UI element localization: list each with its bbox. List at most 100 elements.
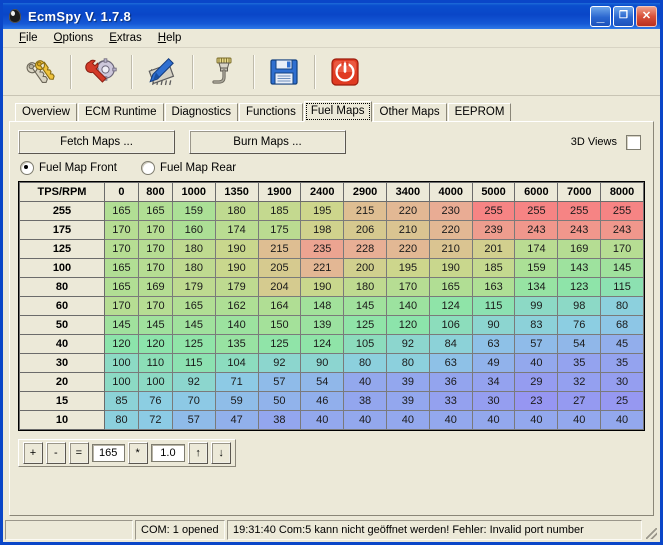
grid-cell-125-1000[interactable]: 180 (171, 239, 216, 259)
lambda-sensor-icon[interactable] (198, 50, 247, 94)
grid-cell-125-7000[interactable]: 169 (557, 239, 602, 259)
grid-cell-100-4000[interactable]: 190 (428, 258, 473, 278)
grid-cell-15-2900[interactable]: 38 (343, 391, 387, 411)
grid-cell-15-0[interactable]: 85 (104, 391, 139, 411)
grid-cell-15-3400[interactable]: 39 (385, 391, 430, 411)
minimize-button[interactable]: _ (590, 5, 611, 27)
grid-cell-255-5000[interactable]: 255 (471, 201, 516, 221)
grid-cell-30-8000[interactable]: 35 (600, 353, 644, 373)
multiply-button[interactable]: * (127, 442, 148, 464)
grid-row-header-125[interactable]: 125 (19, 239, 105, 259)
menu-help[interactable]: Help (150, 31, 190, 45)
grid-cell-80-1000[interactable]: 179 (171, 277, 216, 297)
grid-cell-50-2400[interactable]: 139 (300, 315, 345, 335)
grid-row-header-50[interactable]: 50 (19, 315, 105, 335)
grid-cell-175-3400[interactable]: 210 (385, 220, 430, 240)
grid-cell-10-6000[interactable]: 40 (514, 410, 559, 430)
maximize-button[interactable]: ❐ (613, 5, 634, 27)
grid-col-header-1000[interactable]: 1000 (171, 182, 216, 202)
grid-cell-100-2900[interactable]: 200 (343, 258, 387, 278)
close-button[interactable]: ✕ (636, 5, 657, 27)
grid-row-header-255[interactable]: 255 (19, 201, 105, 221)
grid-cell-255-0[interactable]: 165 (104, 201, 139, 221)
grid-row-header-30[interactable]: 30 (19, 353, 105, 373)
grid-cell-50-2900[interactable]: 125 (343, 315, 387, 335)
grid-row-header-10[interactable]: 10 (19, 410, 105, 430)
grid-cell-20-8000[interactable]: 30 (600, 372, 644, 392)
grid-cell-60-7000[interactable]: 98 (557, 296, 602, 316)
grid-cell-60-0[interactable]: 170 (104, 296, 139, 316)
grid-cell-80-0[interactable]: 165 (104, 277, 139, 297)
grid-cell-125-1350[interactable]: 190 (214, 239, 259, 259)
grid-cell-255-6000[interactable]: 255 (514, 201, 559, 221)
grid-cell-30-2900[interactable]: 80 (343, 353, 387, 373)
grid-col-header-5000[interactable]: 5000 (471, 182, 516, 202)
grid-cell-60-8000[interactable]: 80 (600, 296, 644, 316)
grid-cell-15-2400[interactable]: 46 (300, 391, 345, 411)
grid-cell-60-1900[interactable]: 164 (257, 296, 302, 316)
grid-cell-100-5000[interactable]: 185 (471, 258, 516, 278)
grid-cell-40-800[interactable]: 120 (137, 334, 173, 354)
grid-col-header-2400[interactable]: 2400 (300, 182, 345, 202)
grid-cell-100-2400[interactable]: 221 (300, 258, 345, 278)
grid-col-header-1350[interactable]: 1350 (214, 182, 259, 202)
grid-cell-30-0[interactable]: 100 (104, 353, 139, 373)
grid-cell-40-8000[interactable]: 45 (600, 334, 644, 354)
grid-cell-10-4000[interactable]: 40 (428, 410, 473, 430)
grid-cell-60-1350[interactable]: 162 (214, 296, 259, 316)
grid-row-header-175[interactable]: 175 (19, 220, 105, 240)
grid-cell-255-1000[interactable]: 159 (171, 201, 216, 221)
grid-cell-15-6000[interactable]: 23 (514, 391, 559, 411)
grid-cell-50-7000[interactable]: 76 (557, 315, 602, 335)
grid-col-header-2900[interactable]: 2900 (343, 182, 387, 202)
grid-cell-80-3400[interactable]: 170 (385, 277, 430, 297)
grid-cell-40-7000[interactable]: 54 (557, 334, 602, 354)
grid-cell-10-3400[interactable]: 40 (385, 410, 430, 430)
grid-cell-40-1000[interactable]: 125 (171, 334, 216, 354)
grid-cell-175-8000[interactable]: 243 (600, 220, 644, 240)
grid-cell-30-800[interactable]: 110 (137, 353, 173, 373)
grid-cell-60-6000[interactable]: 99 (514, 296, 559, 316)
grid-cell-80-7000[interactable]: 123 (557, 277, 602, 297)
grid-cell-255-8000[interactable]: 255 (600, 201, 644, 221)
tab-fuel-maps[interactable]: Fuel Maps (303, 101, 372, 122)
grid-cell-15-1350[interactable]: 59 (214, 391, 259, 411)
grid-cell-80-4000[interactable]: 165 (428, 277, 473, 297)
tab-ecm-runtime[interactable]: ECM Runtime (77, 103, 164, 122)
grid-cell-40-0[interactable]: 120 (104, 334, 139, 354)
views-3d-checkbox[interactable] (626, 134, 641, 150)
grid-col-header-4000[interactable]: 4000 (428, 182, 473, 202)
grid-cell-100-1350[interactable]: 190 (214, 258, 259, 278)
grid-cell-50-6000[interactable]: 83 (514, 315, 559, 335)
resize-grip[interactable] (644, 520, 658, 540)
grid-row-header-15[interactable]: 15 (19, 391, 105, 411)
grid-cell-125-1900[interactable]: 215 (257, 239, 302, 259)
equals-button[interactable]: = (68, 442, 89, 464)
grid-cell-20-800[interactable]: 100 (137, 372, 173, 392)
grid-cell-100-1900[interactable]: 205 (257, 258, 302, 278)
grid-cell-80-2400[interactable]: 190 (300, 277, 345, 297)
grid-col-header-8000[interactable]: 8000 (600, 182, 644, 202)
grid-cell-100-3400[interactable]: 195 (385, 258, 430, 278)
tab-diagnostics[interactable]: Diagnostics (164, 103, 238, 122)
grid-cell-30-2400[interactable]: 90 (300, 353, 345, 373)
burn-maps-button[interactable]: Burn Maps ... (189, 130, 346, 154)
grid-cell-125-4000[interactable]: 210 (428, 239, 473, 259)
grid-cell-30-7000[interactable]: 35 (557, 353, 602, 373)
keys-icon[interactable] (15, 50, 64, 94)
grid-cell-50-0[interactable]: 145 (104, 315, 139, 335)
grid-cell-125-5000[interactable]: 201 (471, 239, 516, 259)
grid-cell-255-1900[interactable]: 185 (257, 201, 302, 221)
grid-cell-30-4000[interactable]: 63 (428, 353, 473, 373)
grid-cell-255-1350[interactable]: 180 (214, 201, 259, 221)
grid-cell-80-1350[interactable]: 179 (214, 277, 259, 297)
grid-cell-255-2900[interactable]: 215 (343, 201, 387, 221)
grid-cell-175-0[interactable]: 170 (104, 220, 139, 240)
power-button-icon[interactable] (320, 50, 369, 94)
grid-row-header-100[interactable]: 100 (19, 258, 105, 278)
grid-cell-125-3400[interactable]: 220 (385, 239, 430, 259)
grid-cell-50-8000[interactable]: 68 (600, 315, 644, 335)
tab-overview[interactable]: Overview (15, 103, 77, 122)
grid-cell-60-5000[interactable]: 115 (471, 296, 516, 316)
factor-input[interactable]: 1.0 (150, 444, 186, 462)
